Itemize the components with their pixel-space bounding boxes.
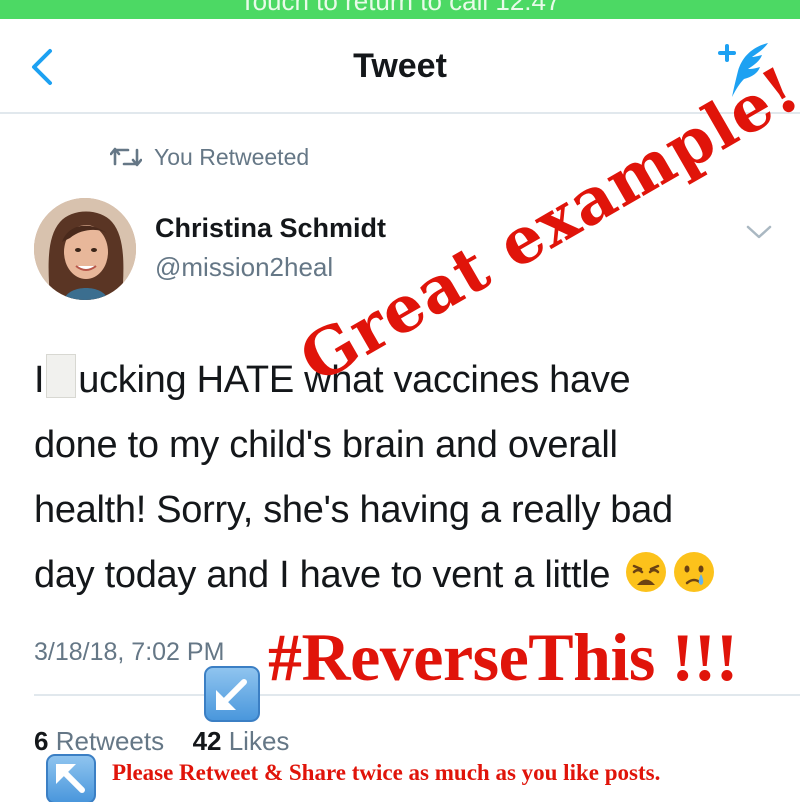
- tweet-line: Iucking HATE what vaccines have: [34, 348, 774, 413]
- author-name[interactable]: Christina Schmidt: [155, 213, 386, 244]
- retweets-count[interactable]: 6: [34, 726, 48, 756]
- avatar[interactable]: [34, 198, 136, 300]
- share-note-annotation: Please Retweet & Share twice as much as …: [112, 760, 661, 785]
- tweet-line: health! Sorry, she's having a really bad: [34, 489, 673, 531]
- chevron-down-icon[interactable]: [744, 222, 774, 242]
- crying-face-emoji: [674, 552, 715, 592]
- call-status-text: Touch to return to call 12:47: [239, 0, 561, 16]
- page-title: Tweet: [353, 47, 447, 85]
- likes-count[interactable]: 42: [193, 726, 222, 756]
- censor-patch: [46, 354, 77, 398]
- tweet-text: Iucking HATE what vaccines have done to …: [34, 348, 774, 608]
- navigation-bar: Tweet: [0, 19, 800, 114]
- retweets-label[interactable]: Retweets: [56, 726, 164, 756]
- hashtag-annotation: #ReverseThis !!!: [268, 619, 738, 695]
- tweet-stats: 6 Retweets 42 Likes: [34, 726, 289, 757]
- retweet-context-label: You Retweeted: [154, 143, 310, 170]
- tweet-line-start: I: [34, 359, 45, 401]
- retweet-context: You Retweeted: [110, 142, 309, 172]
- tweet-timestamp: 3/18/18, 7:02 PM: [34, 638, 225, 666]
- author-handle[interactable]: @mission2heal: [155, 252, 333, 283]
- profile-photo-avatar: [34, 198, 136, 300]
- likes-label[interactable]: Likes: [229, 726, 290, 756]
- tweet-line: day today and I have to vent a little: [34, 543, 774, 608]
- tweet-line: done to my child's brain and overall: [34, 424, 618, 466]
- arrow-down-left-icon: [204, 666, 260, 722]
- arrow-up-left-icon: [46, 754, 96, 802]
- call-status-bar[interactable]: Touch to return to call 12:47: [0, 0, 800, 19]
- tweet-line-text: day today and I have to vent a little: [34, 554, 611, 596]
- weary-face-emoji: [626, 552, 667, 592]
- retweet-icon: [110, 147, 142, 167]
